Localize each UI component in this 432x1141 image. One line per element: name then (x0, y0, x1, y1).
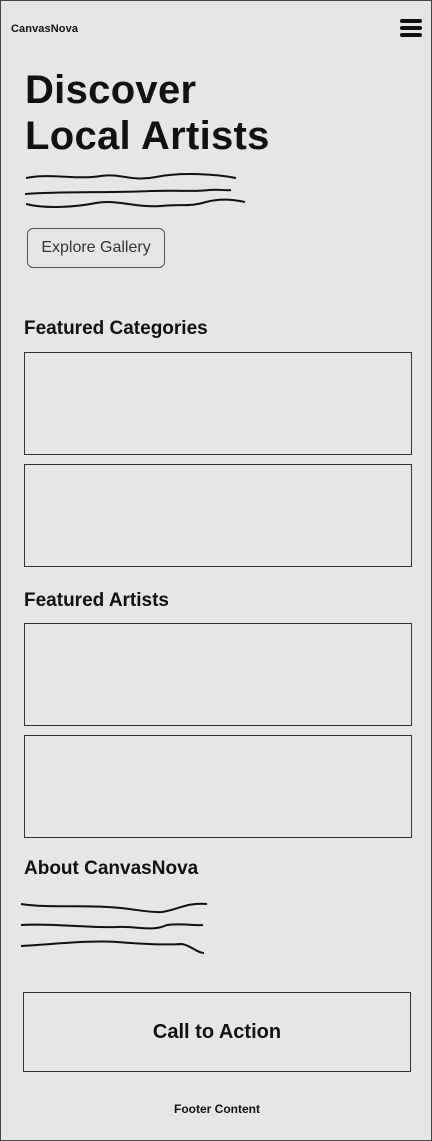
hero-title: Discover Local Artists (25, 67, 270, 159)
brand-logo[interactable]: CanvasNova (11, 23, 78, 35)
hamburger-menu-icon[interactable] (400, 19, 422, 39)
artist-card[interactable] (24, 735, 412, 838)
hero-title-line-1: Discover (25, 68, 197, 112)
category-card[interactable] (24, 352, 412, 455)
about-title: About CanvasNova (24, 858, 199, 879)
call-to-action-button[interactable]: Call to Action (23, 992, 411, 1072)
featured-categories-title: Featured Categories (24, 318, 208, 339)
footer-content: Footer Content (174, 1102, 260, 1116)
explore-gallery-button[interactable]: Explore Gallery (27, 228, 165, 268)
artist-card[interactable] (24, 623, 412, 726)
category-card[interactable] (24, 464, 412, 567)
about-text-placeholder-scribble (20, 902, 208, 954)
hero-title-line-2: Local Artists (25, 114, 270, 158)
page-frame: CanvasNova Discover Local Artists Explor… (0, 0, 432, 1141)
featured-artists-title: Featured Artists (24, 590, 169, 611)
hero-text-placeholder-scribble (24, 173, 246, 208)
